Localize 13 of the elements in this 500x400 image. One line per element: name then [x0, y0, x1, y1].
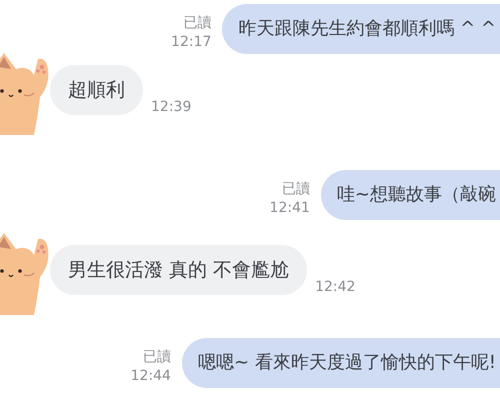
message-bubble: 昨天跟陳先生約會都順利嗎 ^ ^ [222, 4, 500, 54]
message-bubble: 男生很活潑 真的 不會尷尬 [50, 245, 308, 295]
message-bubble: 嗯嗯~ 看來昨天度過了愉快的下午呢! [182, 338, 500, 388]
timestamp: 12:17 [171, 33, 212, 52]
timestamp: 12:44 [130, 367, 171, 386]
message-bubble: 哇~想聽故事（敲碗 [320, 170, 500, 220]
timestamp: 12:39 [151, 98, 192, 115]
timestamp: 12:42 [315, 278, 356, 295]
read-receipt: 已讀 [142, 348, 171, 367]
timestamp: 12:41 [270, 199, 310, 218]
read-receipt: 已讀 [183, 14, 212, 33]
read-receipt: 已讀 [282, 180, 310, 199]
message-bubble: 超順利 [50, 65, 143, 115]
